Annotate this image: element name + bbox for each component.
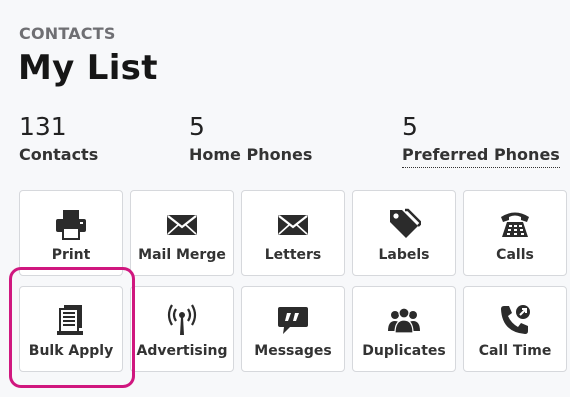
users-group-icon	[353, 303, 455, 337]
chat-quote-icon	[242, 303, 344, 337]
broadcast-tower-icon	[131, 303, 233, 337]
stat-home-phones-value: 5	[189, 112, 205, 141]
messages-label: Messages	[254, 343, 332, 359]
call-time-button[interactable]: Call Time	[463, 286, 567, 372]
page-title: My List	[18, 48, 158, 88]
calls-button[interactable]: Calls	[463, 190, 567, 276]
stat-home-phones[interactable]: 5 Home Phones	[189, 112, 312, 166]
bulk-apply-button[interactable]: Bulk Apply	[19, 286, 123, 372]
envelope-icon	[242, 207, 344, 241]
bulk-apply-label: Bulk Apply	[28, 343, 114, 359]
envelope-icon	[131, 207, 233, 241]
section-label: CONTACTS	[19, 24, 116, 43]
duplicates-button[interactable]: Duplicates	[352, 286, 456, 372]
letters-button[interactable]: Letters	[241, 190, 345, 276]
stat-home-phones-label: Home Phones	[189, 145, 313, 164]
advertising-button[interactable]: Advertising	[130, 286, 234, 372]
calls-label: Calls	[496, 247, 534, 263]
stack-icon	[20, 303, 122, 337]
desk-phone-icon	[464, 207, 566, 241]
tags-icon	[353, 207, 455, 241]
phone-outgoing-icon	[464, 303, 566, 337]
letters-label: Letters	[264, 247, 322, 263]
mail-merge-label: Mail Merge	[138, 247, 226, 263]
stat-preferred-phones-label[interactable]: Preferred Phones	[402, 144, 560, 168]
stat-contacts-value: 131	[19, 112, 67, 141]
call-time-label: Call Time	[478, 343, 552, 359]
stat-preferred-phones-value: 5	[402, 112, 418, 141]
stat-contacts-label: Contacts	[19, 145, 99, 164]
stat-contacts[interactable]: 131 Contacts	[19, 112, 98, 166]
print-label: Print	[51, 247, 91, 263]
stat-preferred-phones[interactable]: 5 Preferred Phones	[402, 112, 560, 168]
labels-button[interactable]: Labels	[352, 190, 456, 276]
mail-merge-button[interactable]: Mail Merge	[130, 190, 234, 276]
messages-button[interactable]: Messages	[241, 286, 345, 372]
labels-label: Labels	[378, 247, 430, 263]
duplicates-label: Duplicates	[362, 343, 446, 359]
advertising-label: Advertising	[136, 343, 228, 359]
printer-icon	[20, 207, 122, 241]
print-button[interactable]: Print	[19, 190, 123, 276]
